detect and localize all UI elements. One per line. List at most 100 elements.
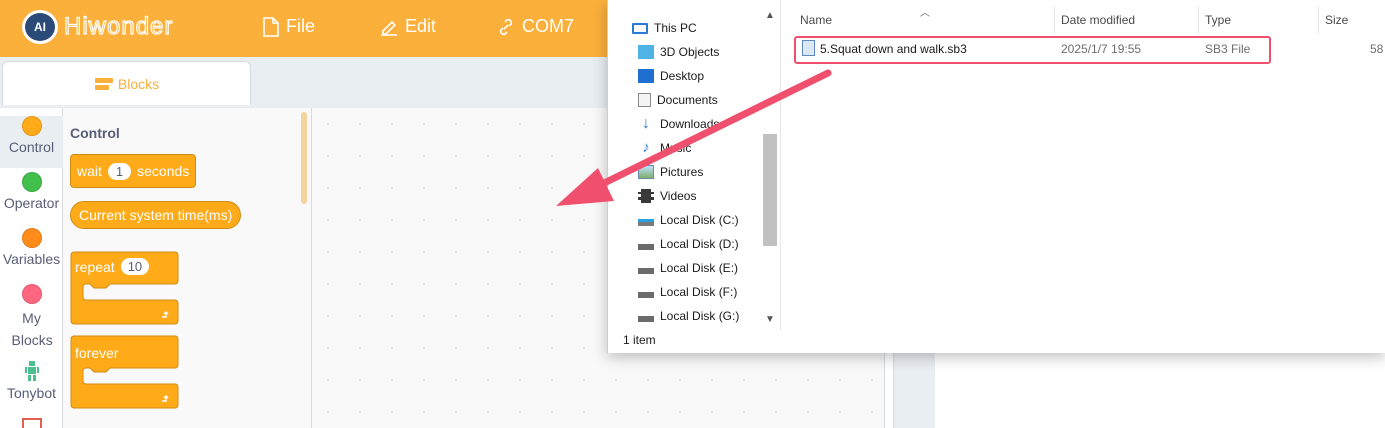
category-label: Tonybot: [6, 385, 57, 401]
block-text: wait: [77, 163, 102, 179]
nav-label: Local Disk (E:): [660, 261, 739, 275]
scroll-down-icon[interactable]: ▼: [765, 314, 775, 325]
nav-label: This PC: [654, 21, 697, 35]
document-icon: [638, 93, 651, 107]
column-header-date[interactable]: Date modified: [1061, 13, 1135, 27]
file-size: 58 KB: [1370, 42, 1385, 56]
nav-label: Local Disk (C:): [660, 213, 739, 227]
menu-com-port[interactable]: COM7: [496, 16, 574, 37]
file-icon: [263, 16, 279, 37]
category-label: My Blocks: [11, 310, 53, 348]
wait-seconds-input[interactable]: 1: [107, 162, 132, 180]
repeat-block[interactable]: repeat 10: [70, 251, 179, 327]
column-separator[interactable]: [1054, 6, 1055, 34]
nav-disk-e[interactable]: Local Disk (E:): [638, 257, 738, 279]
nav-downloads[interactable]: ↓ Downloads: [638, 113, 719, 135]
nav-disk-f[interactable]: Local Disk (F:): [638, 281, 737, 303]
logo-text: Hiwonder: [63, 12, 174, 40]
extension-category-icon[interactable]: [22, 418, 42, 428]
drive-icon: [638, 316, 654, 322]
screen: AI Hiwonder File Edit COM7 Blocks Contro…: [0, 0, 1385, 428]
nav-label: 3D Objects: [660, 45, 720, 59]
cube-icon: [638, 45, 654, 59]
nav-label: Local Disk (G:): [660, 309, 740, 323]
column-header-type[interactable]: Type: [1205, 13, 1231, 27]
nav-scrollbar[interactable]: ▲ ▼: [762, 8, 778, 328]
drive-icon: [638, 244, 654, 250]
nav-disk-c[interactable]: Local Disk (C:): [638, 209, 739, 231]
scroll-up-icon[interactable]: ▲: [765, 10, 775, 21]
menu-file[interactable]: File: [262, 16, 315, 37]
category-label: Operator: [3, 195, 60, 211]
music-note-icon: ♪: [642, 139, 650, 156]
tab-blocks-label: Blocks: [117, 75, 160, 92]
category-tonybot[interactable]: Tonybot: [0, 360, 63, 408]
category-label: Control: [8, 139, 55, 155]
download-arrow-icon: ↓: [642, 115, 650, 132]
variables-category-icon: [21, 228, 42, 248]
block-palette: Control wait 1 seconds Current system ti…: [63, 108, 312, 428]
nav-label: Music: [660, 141, 692, 155]
navigation-pane: This PC 3D Objects Desktop Documents ↓ D…: [608, 0, 778, 330]
nav-3d-objects[interactable]: 3D Objects: [638, 41, 719, 63]
drive-icon: [638, 268, 654, 274]
nav-label: Local Disk (D:): [660, 237, 739, 251]
category-operator[interactable]: Operator: [0, 172, 63, 222]
nav-this-pc[interactable]: This PC: [632, 17, 697, 39]
category-label: Variables: [2, 251, 61, 267]
palette-title: Control: [70, 125, 120, 141]
pane-divider: [780, 0, 781, 330]
hiwonder-logo[interactable]: AI Hiwonder: [22, 10, 173, 44]
nav-videos[interactable]: Videos: [638, 185, 696, 207]
menu-com-port-label: COM7: [522, 16, 575, 36]
category-sidebar: Control Operator Variables My Blocks Ton…: [0, 108, 63, 428]
nav-label: Downloads: [660, 117, 720, 131]
menu-file-label: File: [286, 16, 316, 36]
drive-icon: [638, 292, 654, 298]
robot-figure-icon: [24, 361, 39, 381]
block-text: forever: [75, 345, 119, 361]
block-text: seconds: [137, 163, 190, 179]
control-category-icon: [21, 116, 42, 136]
category-control[interactable]: Control: [0, 116, 63, 168]
sort-ascending-icon: ︿: [920, 8, 930, 19]
my-blocks-category-icon: [21, 284, 42, 304]
nav-desktop[interactable]: Desktop: [638, 65, 704, 87]
menu-edit[interactable]: Edit: [379, 16, 436, 37]
tab-blocks[interactable]: Blocks: [2, 61, 251, 105]
nav-label: Pictures: [660, 165, 704, 179]
nav-pictures[interactable]: Pictures: [638, 161, 703, 183]
nav-scroll-thumb[interactable]: [763, 134, 777, 246]
nav-label: Documents: [657, 93, 718, 107]
nav-documents[interactable]: Documents: [638, 89, 718, 111]
column-header-size[interactable]: Size: [1325, 13, 1348, 27]
item-count: 1 item: [623, 333, 656, 347]
category-variables[interactable]: Variables: [0, 228, 63, 278]
block-text: repeat: [75, 258, 115, 275]
film-icon: [638, 189, 654, 203]
nav-label: Videos: [660, 189, 697, 203]
nav-disk-d[interactable]: Local Disk (D:): [638, 233, 739, 255]
operator-category-icon: [21, 172, 42, 192]
forever-block[interactable]: forever: [70, 335, 179, 411]
nav-music[interactable]: ♪ Music: [638, 137, 691, 159]
robot-logo-icon: AI: [22, 10, 58, 44]
column-separator[interactable]: [1198, 6, 1199, 34]
column-header-name[interactable]: Name: [800, 13, 832, 27]
computer-icon: [632, 22, 648, 34]
column-separator[interactable]: [1318, 6, 1319, 34]
picture-icon: [638, 165, 654, 179]
file-highlight-box: [794, 36, 1271, 64]
nav-label: Desktop: [660, 69, 705, 83]
link-icon: [499, 18, 513, 35]
nav-label: Local Disk (F:): [660, 285, 738, 299]
menu-edit-label: Edit: [405, 16, 437, 36]
status-bar: 1 item: [608, 330, 1385, 353]
repeat-count-input[interactable]: 10: [120, 258, 150, 275]
wait-seconds-block[interactable]: wait 1 seconds: [70, 154, 197, 188]
blocks-icon: [94, 77, 113, 90]
category-my-blocks[interactable]: My Blocks: [0, 284, 63, 350]
nav-disk-g[interactable]: Local Disk (G:): [638, 305, 739, 327]
current-system-time-block[interactable]: Current system time(ms): [70, 201, 242, 229]
palette-scrollbar[interactable]: [301, 112, 307, 204]
